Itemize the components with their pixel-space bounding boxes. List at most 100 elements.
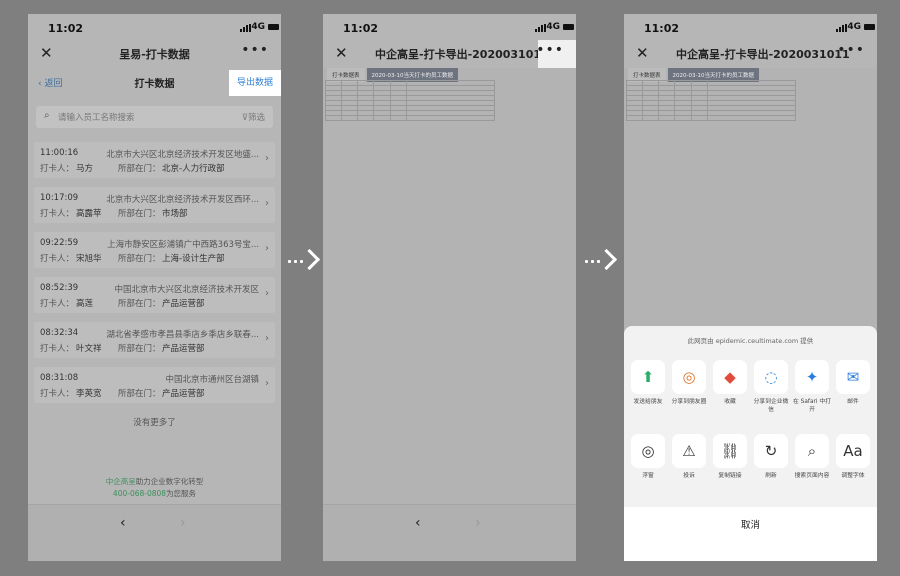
record-person: 叶文祥 — [76, 344, 102, 354]
record-dept: 市场部 — [162, 209, 188, 219]
grid-cell — [405, 115, 496, 121]
favorite-icon[interactable]: ◆ — [713, 360, 747, 394]
share-option[interactable]: ✦ 在 Safari 中打开 — [792, 360, 832, 414]
grid-cell — [373, 115, 391, 121]
window-titlebar: ✕ 中企高呈-打卡导出-20200310111... ••• — [624, 42, 877, 66]
record-person-label: 打卡人： — [40, 344, 75, 354]
checkin-record-card[interactable]: 10:17:09 北京市大兴区北京经济技术开发区西环... 打卡人： 高露苹 所部在门：… — [34, 187, 275, 223]
record-person-label: 打卡人： — [40, 389, 75, 399]
close-icon[interactable]: ✕ — [636, 44, 649, 62]
forward-nav-icon[interactable]: › — [475, 515, 481, 531]
float-window-icon[interactable]: ◎ — [631, 434, 665, 468]
signal-icon — [836, 24, 847, 32]
record-person-label: 打卡人： — [40, 254, 75, 264]
share-option-label: 复制链接 — [718, 473, 742, 479]
grid-cell — [357, 115, 375, 121]
browser-toolbar: ‹ › — [28, 504, 281, 561]
record-person-label: 打卡人： — [40, 299, 75, 309]
record-person-label: 打卡人： — [40, 209, 75, 219]
record-person: 马方 — [76, 164, 94, 174]
step-arrow-icon — [585, 248, 619, 274]
share-option-label: 分享到企业微信 — [753, 399, 789, 413]
grid-cell — [642, 115, 660, 121]
wecom-icon[interactable]: ◌ — [754, 360, 788, 394]
link-icon[interactable]: ⛓ — [713, 434, 747, 468]
record-dept-label: 所部在门： — [118, 164, 161, 174]
share-option[interactable]: Aa 调整字体 — [833, 434, 873, 480]
safari-icon[interactable]: ✦ — [795, 360, 829, 394]
more-icon[interactable]: ••• — [837, 42, 865, 58]
export-data-button[interactable]: 导出数据 — [229, 70, 281, 96]
refresh-icon[interactable]: ↻ — [754, 434, 788, 468]
filter-button[interactable]: ⊽筛选 — [242, 111, 265, 123]
warning-icon[interactable]: ⚠ — [672, 434, 706, 468]
forward-nav-icon[interactable]: › — [180, 515, 186, 531]
mail-icon[interactable]: ✉ — [836, 360, 870, 394]
checkin-record-card[interactable]: 08:32:34 湖北省孝感市孝昌县季店乡季店乡联春... 打卡人： 叶文祥 所部在门：… — [34, 322, 275, 358]
battery-icon — [563, 24, 574, 30]
moments-icon[interactable]: ◎ — [672, 360, 706, 394]
record-dept: 产品运营部 — [162, 344, 205, 354]
checkin-record-card[interactable]: 08:31:08 中国北京市通州区台湖镇 打卡人： 李英宽 所部在门： 产品运营部 › — [34, 367, 275, 403]
grid-cell — [324, 115, 343, 121]
status-time: 11:02 — [48, 22, 84, 35]
share-option[interactable]: ⛓ 复制链接 — [710, 434, 750, 480]
back-nav-icon[interactable]: ‹ — [120, 515, 126, 531]
checkin-record-card[interactable]: 09:22:59 上海市静安区彭浦镇广中西路363号宝... 打卡人： 宋旭华 所部在门… — [34, 232, 275, 268]
close-icon[interactable]: ✕ — [40, 44, 53, 62]
cancel-button[interactable]: 取消 — [624, 507, 877, 561]
nav-bar: ‹ 返回 打卡数据 导出数据 — [28, 70, 281, 96]
grid-cell — [341, 115, 359, 121]
share-sheet: 此网页由 epidemic.ceultimate.com 提供 ⬆ 发送给朋友 ◎ 分… — [624, 326, 877, 561]
window-titlebar: ✕ 中企高呈-打卡导出-20200310111... ••• — [323, 40, 576, 68]
record-person: 高露苹 — [76, 209, 102, 219]
record-time: 11:00:16 — [40, 148, 79, 158]
chevron-right-icon: › — [265, 153, 269, 164]
checkin-record-card[interactable]: 08:52:39 中国北京市大兴区北京经济技术开发区 打卡人： 高莲 所部在门： 产品运营… — [34, 277, 275, 313]
share-option[interactable]: ◎ 分享到朋友圈 — [669, 360, 709, 414]
provider-text: 此网页由 epidemic.ceultimate.com 提供 — [687, 337, 814, 345]
record-dept: 上海-设计生产部 — [162, 254, 225, 264]
share-option[interactable]: ◎ 浮窗 — [628, 434, 668, 480]
network-label: 4G — [847, 22, 861, 32]
record-time: 08:31:08 — [40, 373, 79, 383]
back-nav-icon[interactable]: ‹ — [415, 515, 421, 531]
brand-slogan: 助力企业数字化转型 — [135, 477, 204, 486]
more-icon[interactable]: ••• — [536, 42, 564, 58]
grid-cell — [658, 115, 676, 121]
record-address: 中国北京市通州区台湖镇 — [165, 375, 259, 385]
record-address: 北京市大兴区北京经济技术开发区西环... — [106, 195, 259, 205]
chevron-right-icon: › — [265, 378, 269, 389]
send-icon[interactable]: ⬆ — [631, 360, 665, 394]
share-option[interactable]: ↻ 刷新 — [751, 434, 791, 480]
record-person: 李英宽 — [76, 389, 102, 399]
status-time: 11:02 — [644, 22, 680, 35]
checkin-record-card[interactable]: 11:00:16 北京市大兴区北京经济技术开发区地盛... 打卡人： 马方 所部在门：北… — [34, 142, 275, 178]
record-person: 高莲 — [76, 299, 94, 309]
font-icon[interactable]: Aa — [836, 434, 870, 468]
search-input[interactable]: 请输入员工名称搜索 — [58, 111, 135, 123]
status-time: 11:02 — [343, 22, 379, 35]
search-icon[interactable]: ⌕ — [795, 434, 829, 468]
grid-cell — [674, 115, 692, 121]
share-option-label: 发送给朋友 — [633, 399, 663, 405]
search-bar[interactable]: ⌕ 请输入员工名称搜索 ⊽筛选 — [36, 106, 273, 128]
share-option-label: 在 Safari 中打开 — [793, 399, 831, 413]
share-option-label: 分享到朋友圈 — [671, 399, 707, 405]
record-address: 中国北京市大兴区北京经济技术开发区 — [114, 285, 259, 295]
share-option[interactable]: ◆ 收藏 — [710, 360, 750, 414]
status-bar: 11:02 4G — [28, 14, 281, 42]
share-option[interactable]: ✉ 邮件 — [833, 360, 873, 414]
share-option-label: 收藏 — [724, 399, 736, 405]
share-option[interactable]: ⬆ 发送给朋友 — [628, 360, 668, 414]
share-option[interactable]: ⌕ 搜索页面内容 — [792, 434, 832, 480]
record-address: 湖北省孝感市孝昌县季店乡季店乡联春... — [106, 330, 259, 340]
more-icon[interactable]: ••• — [241, 42, 269, 58]
share-option[interactable]: ◌ 分享到企业微信 — [751, 360, 791, 414]
close-icon[interactable]: ✕ — [335, 44, 348, 62]
share-option-label: 搜索页面内容 — [794, 473, 830, 479]
brand-footer: 中企高呈助力企业数字化转型 400-068-0808为您服务 — [28, 476, 281, 500]
share-option[interactable]: ⚠ 投诉 — [669, 434, 709, 480]
share-option-label: 浮窗 — [642, 473, 654, 479]
browser-toolbar: ‹ › — [323, 504, 576, 561]
